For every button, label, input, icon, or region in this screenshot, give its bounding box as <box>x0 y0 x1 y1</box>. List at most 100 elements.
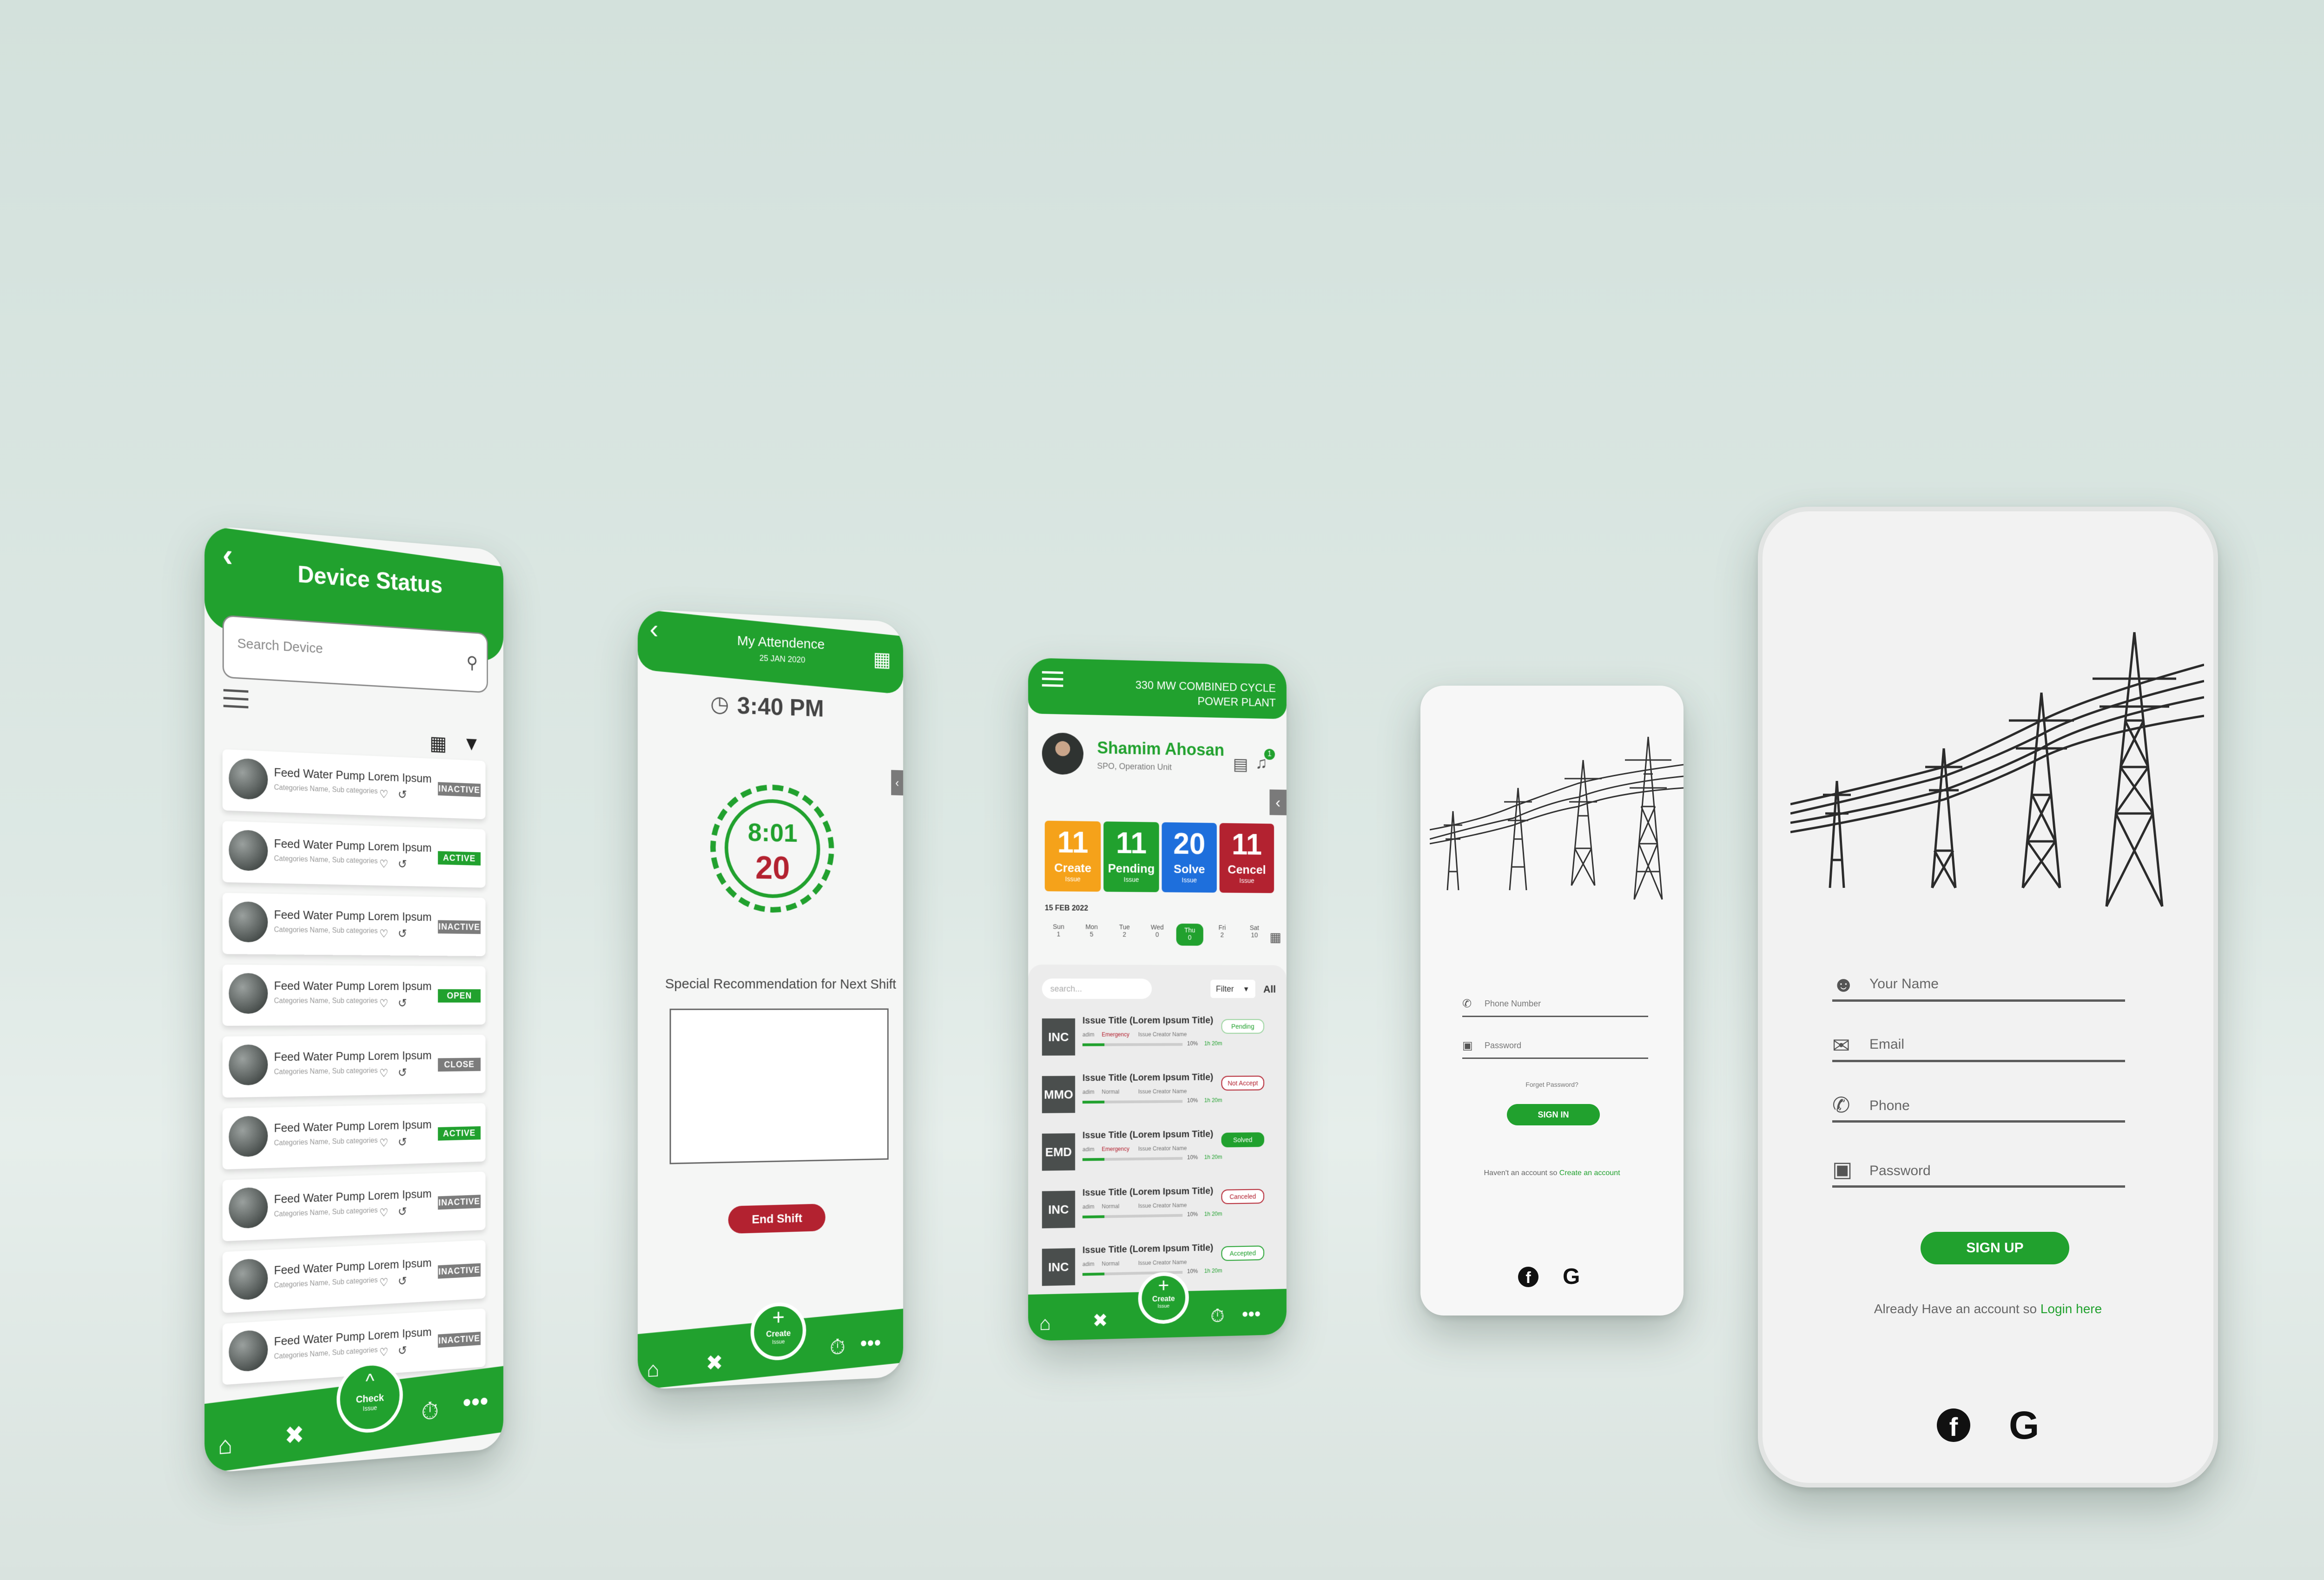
history-icon[interactable]: ↺ <box>398 857 407 871</box>
heart-icon[interactable]: ♡ <box>379 1067 389 1080</box>
list-item[interactable]: Feed Water Pump Lorem Ipsum Categories Na… <box>222 1240 486 1313</box>
list-item[interactable]: Feed Water Pump Lorem Ipsum Categories Na… <box>222 1034 486 1098</box>
stat-value: 11 <box>1057 825 1089 859</box>
collapse-tab-icon[interactable]: ‹ <box>891 770 904 796</box>
day-fri[interactable]: Fri 2 <box>1208 924 1235 939</box>
timer-icon[interactable]: ⏱ <box>1210 1306 1224 1326</box>
signin-button[interactable]: SIGN IN <box>1507 1104 1600 1125</box>
collapse-tab-icon[interactable]: ‹ <box>1269 789 1287 815</box>
heart-icon[interactable]: ♡ <box>379 927 389 940</box>
email-field[interactable]: ✉ Email <box>1832 1027 2125 1062</box>
day-wed[interactable]: Wed 0 <box>1143 923 1171 939</box>
home-icon[interactable]: ⌂ <box>1039 1312 1051 1335</box>
history-icon[interactable]: ↺ <box>398 1204 407 1219</box>
day-thu[interactable]: Thu 0 <box>1176 923 1203 946</box>
list-item[interactable]: Feed Water Pump Lorem Ipsum Categories Na… <box>222 892 486 956</box>
list-item[interactable]: Feed Water Pump Lorem Ipsum Categories Na… <box>222 749 486 820</box>
back-arrow-icon[interactable]: ‹ <box>223 536 233 574</box>
timer-icon[interactable]: ⏱ <box>830 1335 845 1359</box>
history-icon[interactable]: ↺ <box>398 1343 407 1358</box>
issue-row[interactable]: MMO Issue Title (Lorem Ipsum Title) adim No… <box>1042 1072 1269 1124</box>
name-field[interactable]: ☻ Your Name <box>1832 967 2125 1002</box>
recommendation-textarea[interactable] <box>669 1008 889 1164</box>
more-icon[interactable]: ••• <box>462 1386 488 1418</box>
tools-icon[interactable]: ✖ <box>706 1350 723 1375</box>
filter-icon[interactable]: ▼ <box>462 733 480 755</box>
stat-card-solve[interactable]: 20 Solve Issue <box>1162 822 1217 893</box>
history-icon[interactable]: ↺ <box>398 1066 407 1080</box>
issue-priority: Emergency <box>1102 1031 1129 1038</box>
home-icon[interactable]: ⌂ <box>647 1357 660 1382</box>
day-mon[interactable]: Mon 5 <box>1078 923 1105 938</box>
back-arrow-icon[interactable]: ‹ <box>650 613 659 645</box>
day-sun[interactable]: Sun 1 <box>1045 923 1072 938</box>
search-icon[interactable]: ⚲ <box>466 653 477 673</box>
issue-creator: Issue Creator Name <box>1138 1202 1187 1210</box>
list-item[interactable]: Feed Water Pump Lorem Ipsum Categories Na… <box>222 1171 486 1242</box>
facebook-icon[interactable]: f <box>1518 1267 1538 1287</box>
heart-icon[interactable]: ♡ <box>379 1276 389 1289</box>
menu-icon[interactable] <box>1042 671 1063 688</box>
signup-button[interactable]: SIGN UP <box>1921 1232 2069 1264</box>
history-icon[interactable]: ↺ <box>398 1135 407 1149</box>
calendar-icon[interactable]: ▦ <box>873 648 891 671</box>
issue-priority: Normal <box>1102 1260 1120 1267</box>
filter-all[interactable]: All <box>1263 984 1276 996</box>
forgot-password-link[interactable]: Forget Password? <box>1420 1081 1684 1088</box>
history-icon[interactable]: ↺ <box>398 996 407 1010</box>
tools-icon[interactable]: ✖ <box>1093 1310 1108 1331</box>
history-icon[interactable]: ↺ <box>398 927 407 941</box>
issue-search-input[interactable]: search... <box>1042 978 1152 999</box>
day-count: 2 <box>1220 931 1224 939</box>
phone-field[interactable]: ✆ Phone <box>1832 1088 2125 1123</box>
facebook-icon[interactable]: f <box>1937 1408 1970 1442</box>
issue-row[interactable]: INC Issue Title (Lorem Ipsum Title) adim No… <box>1042 1185 1269 1239</box>
stat-card-cencel[interactable]: 11 Cencel Issue <box>1219 823 1274 893</box>
tools-icon[interactable]: ✖ <box>284 1421 304 1450</box>
google-icon[interactable]: G <box>1563 1264 1580 1289</box>
end-shift-button[interactable]: End Shift <box>728 1203 825 1234</box>
issue-progress <box>1082 1100 1183 1104</box>
device-name: Feed Water Pump Lorem Ipsum <box>274 978 432 993</box>
password-field[interactable]: ▣ Password <box>1462 1034 1648 1059</box>
grid-icon[interactable]: ▦ <box>429 732 447 755</box>
heart-icon[interactable]: ♡ <box>379 1206 389 1220</box>
timer-icon[interactable]: ⏱ <box>421 1397 439 1425</box>
note-icon[interactable]: ▤ <box>1233 754 1248 774</box>
menu-icon[interactable] <box>223 689 249 709</box>
device-category: Categories Name, Sub categories <box>274 1276 378 1290</box>
create-account-link[interactable]: Create an account <box>1559 1169 1620 1177</box>
week-strip: Sun 1 Mon 5 Tue 2 Wed 0 Thu 0 Fri 2 Sat 10 <box>1045 923 1272 960</box>
more-icon[interactable]: ••• <box>1242 1304 1261 1324</box>
day-sat[interactable]: Sat 10 <box>1241 924 1268 939</box>
password-field[interactable]: ▣ Password <box>1832 1153 2125 1188</box>
issue-row[interactable]: INC Issue Title (Lorem Ipsum Title) adim Em… <box>1042 1015 1269 1065</box>
day-name: Fri <box>1218 924 1226 932</box>
stat-card-create[interactable]: 11 Create Issue <box>1044 820 1101 892</box>
stat-card-pending[interactable]: 11 Pending Issue <box>1103 821 1159 892</box>
home-icon[interactable]: ⌂ <box>218 1431 232 1460</box>
heart-icon[interactable]: ♡ <box>379 788 389 801</box>
login-link[interactable]: Login here <box>2040 1302 2102 1316</box>
issue-title: Issue Title (Lorem Ipsum Title) <box>1082 1072 1214 1084</box>
more-icon[interactable]: ••• <box>860 1330 881 1355</box>
stat-sub: Issue <box>1182 876 1197 884</box>
heart-icon[interactable]: ♡ <box>379 1137 389 1150</box>
list-item[interactable]: Feed Water Pump Lorem Ipsum Categories Na… <box>222 965 486 1026</box>
heart-icon[interactable]: ♡ <box>379 1346 389 1359</box>
issue-time: 1h 20m <box>1204 1210 1222 1217</box>
phone-number-field[interactable]: ✆ Phone Number <box>1462 992 1648 1017</box>
list-item[interactable]: Feed Water Pump Lorem Ipsum Categories Na… <box>222 821 486 888</box>
issue-row[interactable]: EMD Issue Title (Lorem Ipsum Title) adim Em… <box>1042 1129 1269 1181</box>
device-category: Categories Name, Sub categories <box>274 1206 378 1219</box>
day-count: 1 <box>1056 930 1061 938</box>
calendar-icon[interactable]: ▦ <box>1269 930 1281 945</box>
heart-icon[interactable]: ♡ <box>379 858 389 871</box>
history-icon[interactable]: ↺ <box>398 787 407 802</box>
google-icon[interactable]: G <box>2009 1403 2039 1448</box>
history-icon[interactable]: ↺ <box>398 1274 407 1289</box>
filter-select[interactable]: Filter ▾ <box>1210 979 1255 998</box>
day-tue[interactable]: Tue 2 <box>1111 923 1138 938</box>
list-item[interactable]: Feed Water Pump Lorem Ipsum Categories Na… <box>222 1103 486 1170</box>
heart-icon[interactable]: ♡ <box>379 997 389 1010</box>
